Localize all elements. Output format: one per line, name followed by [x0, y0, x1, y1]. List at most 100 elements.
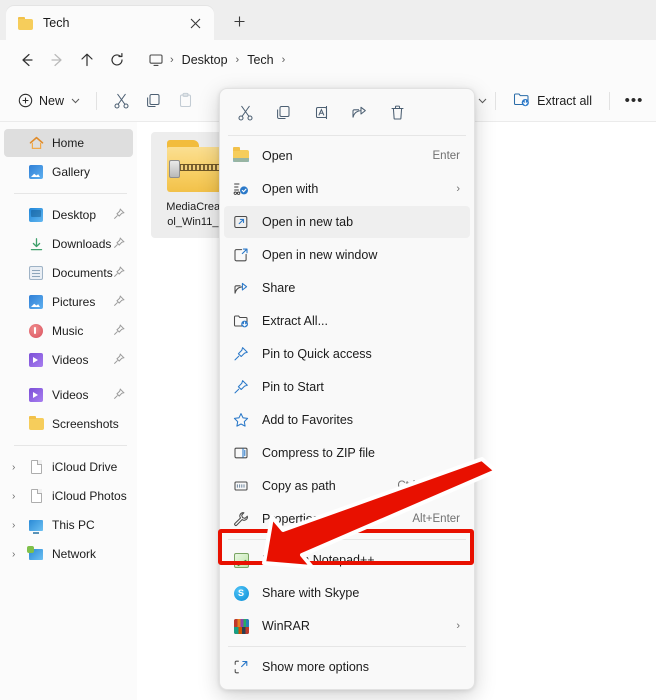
- show-more-options-icon: [232, 658, 250, 676]
- tab-title: Tech: [43, 16, 70, 30]
- breadcrumb-separator[interactable]: ›: [280, 54, 288, 66]
- share-icon[interactable]: [340, 97, 378, 127]
- properties-icon: [232, 510, 250, 528]
- sidebar-item-icloud-photos[interactable]: › iCloud Photos: [4, 482, 133, 510]
- sidebar-item-pictures[interactable]: Pictures: [4, 288, 133, 316]
- menu-item-label: Extract All...: [262, 314, 328, 328]
- chevron-right-icon[interactable]: ›: [12, 453, 15, 481]
- sidebar-item-label: iCloud Photos: [52, 489, 127, 503]
- sidebar-item-label: Desktop: [52, 208, 97, 222]
- cut-icon[interactable]: [226, 97, 264, 127]
- paste-icon[interactable]: [169, 86, 201, 116]
- sidebar-item-videos-2[interactable]: Videos: [4, 381, 133, 409]
- sidebar-separator: [14, 445, 127, 446]
- menu-item-label: Edit with Notepad++: [262, 553, 375, 567]
- pin-icon[interactable]: [113, 388, 125, 400]
- sidebar-item-label: Network: [52, 547, 97, 561]
- context-menu-item-pin-to-start[interactable]: Pin to Start: [224, 371, 470, 403]
- sidebar-item-videos[interactable]: Videos: [4, 346, 133, 374]
- this-pc-icon: [28, 517, 44, 534]
- more-options-button[interactable]: •••: [618, 86, 650, 116]
- sidebar-item-network[interactable]: › Network: [4, 540, 133, 568]
- close-icon[interactable]: [184, 12, 206, 34]
- context-menu-separator: [228, 646, 466, 647]
- new-button[interactable]: New: [10, 86, 88, 116]
- up-arrow-icon[interactable]: [72, 45, 102, 75]
- menu-item-label: Compress to ZIP file: [262, 446, 376, 460]
- pin-icon[interactable]: [113, 208, 125, 220]
- chevron-right-icon[interactable]: ›: [12, 540, 15, 568]
- pin-icon[interactable]: [113, 237, 125, 249]
- chevron-right-icon: ›: [456, 183, 460, 195]
- tab-tech[interactable]: Tech: [6, 6, 214, 40]
- view-chevron-icon[interactable]: [478, 86, 487, 116]
- context-menu-item-properties[interactable]: Properties Alt+Enter: [224, 503, 470, 535]
- delete-icon[interactable]: [378, 97, 416, 127]
- address-bar: › Desktop › Tech ›: [0, 40, 656, 80]
- context-menu-item-open-with[interactable]: Open with ›: [224, 173, 470, 205]
- sidebar-item-downloads[interactable]: Downloads: [4, 230, 133, 258]
- sidebar-item-label: Screenshots: [52, 417, 119, 431]
- refresh-icon[interactable]: [102, 45, 132, 75]
- winrar-icon: [232, 617, 250, 635]
- context-menu-item-extract-all[interactable]: Extract All...: [224, 305, 470, 337]
- chevron-right-icon[interactable]: ›: [12, 511, 15, 539]
- context-menu-item-open-in-new-tab[interactable]: Open in new tab: [224, 206, 470, 238]
- sidebar-item-gallery[interactable]: Gallery: [4, 158, 133, 186]
- sidebar-item-this-pc[interactable]: › This PC: [4, 511, 133, 539]
- star-icon: [232, 411, 250, 429]
- sidebar-item-home[interactable]: Home: [4, 129, 133, 157]
- back-arrow-icon[interactable]: [12, 45, 42, 75]
- this-pc-icon[interactable]: [144, 52, 168, 68]
- context-menu-item-show-more-options[interactable]: Show more options: [224, 651, 470, 683]
- breadcrumb-desktop[interactable]: Desktop: [176, 53, 234, 67]
- plus-circle-icon: [18, 93, 33, 108]
- context-menu-item-edit-with-notepadpp[interactable]: Edit with Notepad++: [224, 544, 470, 576]
- sidebar-item-screenshots[interactable]: Screenshots: [4, 410, 133, 438]
- sidebar-item-desktop[interactable]: Desktop: [4, 201, 133, 229]
- pin-icon[interactable]: [113, 353, 125, 365]
- context-menu-item-pin-to-quick-access[interactable]: Pin to Quick access: [224, 338, 470, 370]
- new-button-label: New: [39, 93, 65, 108]
- sidebar-item-documents[interactable]: Documents: [4, 259, 133, 287]
- context-menu-item-open[interactable]: Open Enter: [224, 140, 470, 172]
- pin-icon[interactable]: [113, 266, 125, 278]
- context-menu-item-share-with-skype[interactable]: S Share with Skype: [224, 577, 470, 609]
- sidebar-item-icloud-drive[interactable]: › iCloud Drive: [4, 453, 133, 481]
- context-menu-separator: [228, 539, 466, 540]
- context-menu-item-share[interactable]: Share: [224, 272, 470, 304]
- context-menu-item-open-in-new-window[interactable]: Open in new window: [224, 239, 470, 271]
- context-menu-item-add-to-favorites[interactable]: Add to Favorites: [224, 404, 470, 436]
- context-menu-item-winrar[interactable]: WinRAR ›: [224, 610, 470, 642]
- breadcrumb-tech[interactable]: Tech: [241, 53, 279, 67]
- chevron-right-icon[interactable]: ›: [12, 482, 15, 510]
- page-icon: [28, 488, 44, 504]
- pictures-icon: [28, 294, 44, 310]
- pin-icon[interactable]: [113, 295, 125, 307]
- navigation-pane: Home Gallery Desktop Downloads Documents…: [0, 122, 137, 700]
- tab-strip: Tech: [0, 0, 656, 40]
- videos-icon: [28, 387, 44, 403]
- context-menu-item-compress-to-zip[interactable]: Compress to ZIP file: [224, 437, 470, 469]
- context-menu-item-copy-as-path[interactable]: Copy as path Ctrl+Shift+C: [224, 470, 470, 502]
- menu-item-shortcut: Enter: [432, 150, 461, 162]
- toolbar-divider: [96, 91, 98, 110]
- sidebar-item-label: Documents: [52, 266, 113, 280]
- sidebar-item-label: This PC: [52, 518, 95, 532]
- new-tab-button[interactable]: [226, 9, 252, 33]
- pin-icon: [232, 345, 250, 363]
- copy-icon[interactable]: [264, 97, 302, 127]
- menu-item-label: Share: [262, 281, 296, 295]
- new-tab-icon: [232, 213, 250, 231]
- menu-item-label: Pin to Start: [262, 380, 324, 394]
- copy-icon[interactable]: [137, 86, 169, 116]
- extract-all-button[interactable]: Extract all: [504, 86, 601, 116]
- pin-icon[interactable]: [113, 324, 125, 336]
- cut-icon[interactable]: [105, 86, 137, 116]
- folder-icon: [28, 416, 44, 432]
- sidebar-separator: [14, 193, 127, 194]
- forward-arrow-icon[interactable]: [42, 45, 72, 75]
- extract-all-label: Extract all: [537, 93, 592, 108]
- rename-icon[interactable]: [302, 97, 340, 127]
- sidebar-item-music[interactable]: Music: [4, 317, 133, 345]
